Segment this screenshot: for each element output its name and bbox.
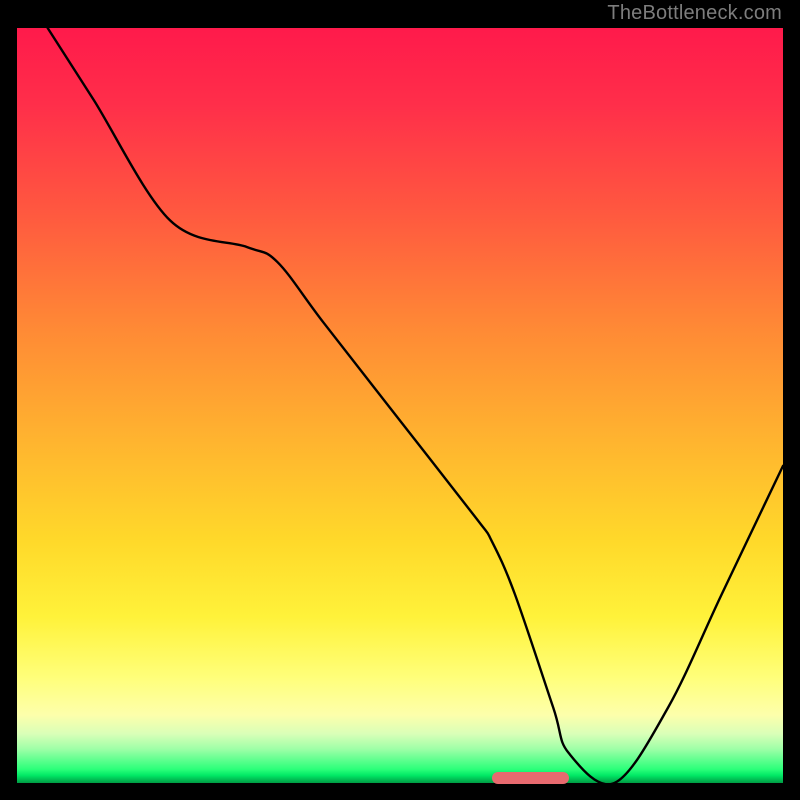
chart-frame: TheBottleneck.com [0, 0, 800, 800]
plot-area [17, 28, 783, 783]
attribution-text: TheBottleneck.com [607, 2, 782, 25]
optimal-range-marker [492, 772, 569, 784]
curve-svg [17, 28, 783, 783]
bottleneck-curve [48, 28, 783, 783]
